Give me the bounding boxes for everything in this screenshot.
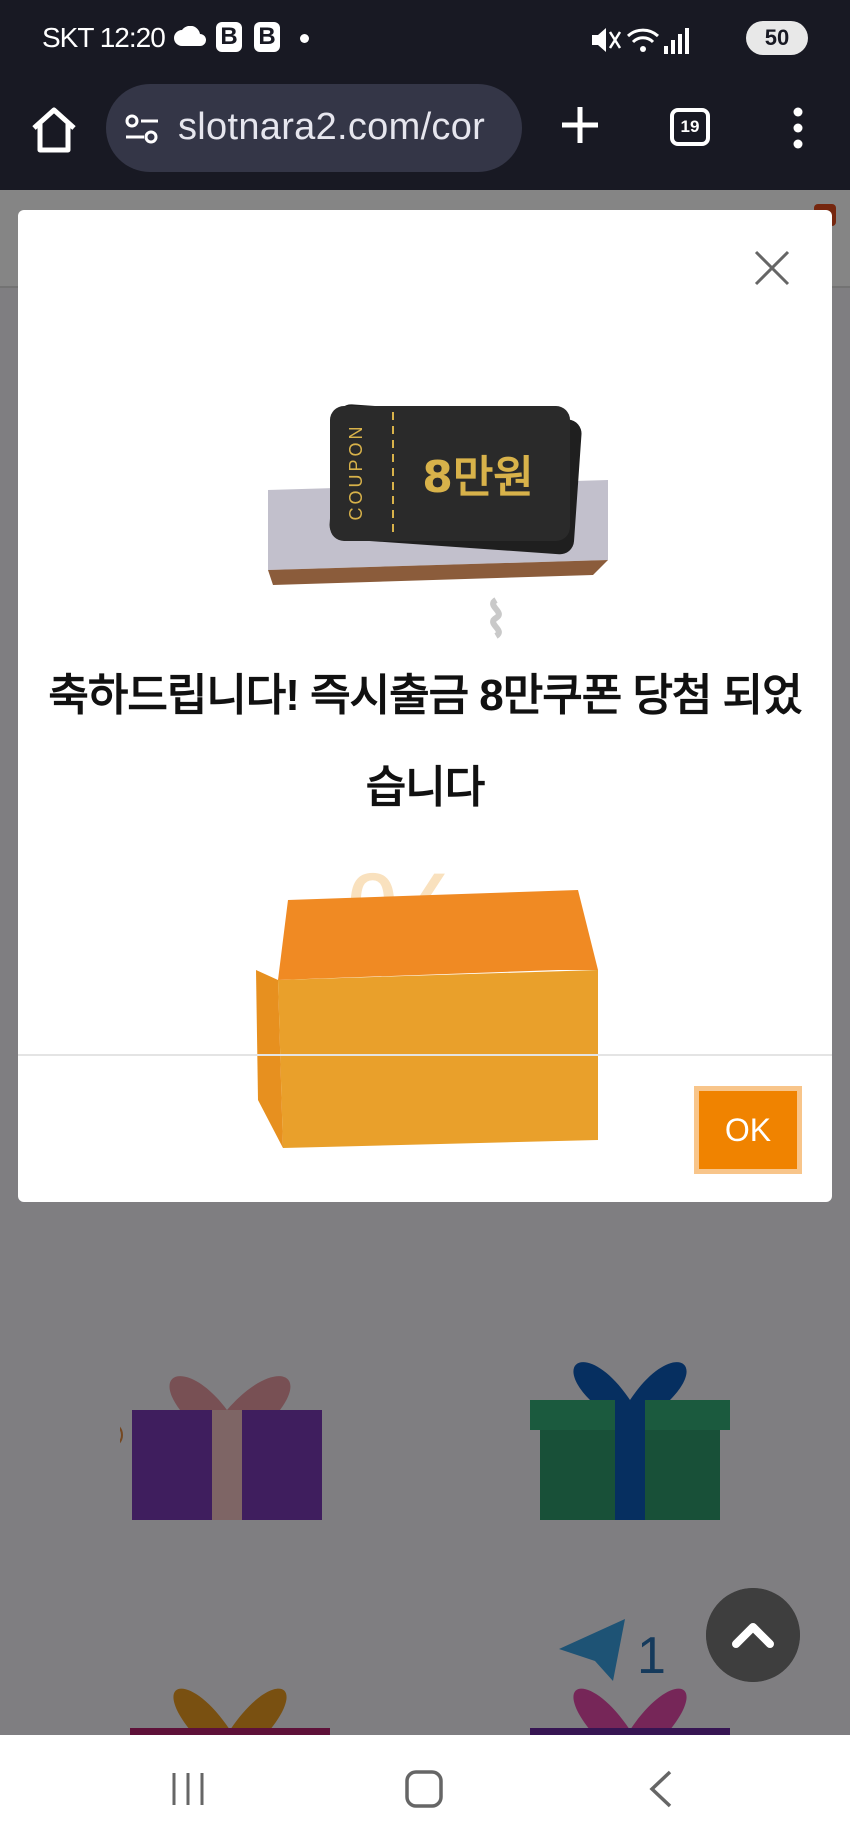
new-tab-plus-icon[interactable] bbox=[560, 105, 600, 145]
address-bar[interactable]: slotnara2.com/cor bbox=[106, 84, 522, 172]
blog-b-icon: B bbox=[254, 22, 280, 52]
signal-icon bbox=[664, 28, 689, 54]
carrier-time: SKT 12:20 bbox=[42, 22, 166, 53]
dot-icon bbox=[300, 34, 309, 43]
mute-icon bbox=[592, 28, 622, 52]
recents-icon[interactable] bbox=[168, 1769, 208, 1809]
close-icon[interactable] bbox=[752, 248, 792, 288]
dialog-divider bbox=[18, 1054, 832, 1056]
back-icon[interactable] bbox=[648, 1769, 674, 1809]
scroll-to-top-button[interactable] bbox=[706, 1588, 800, 1682]
tab-switcher-icon[interactable]: 19 bbox=[670, 108, 710, 146]
wifi-icon bbox=[626, 28, 660, 52]
dialog-message: 축하드립니다! 즉시출금 8만쿠폰 당첨 되었습니다 bbox=[48, 671, 802, 812]
coupon-stub-label: COUPON bbox=[346, 423, 366, 520]
coupon-dialog: COUPON 8만원 % 축하드립니다! 즉시출금 8만쿠폰 당첨 되었습니다 … bbox=[18, 210, 832, 1202]
ok-button[interactable]: OK bbox=[694, 1086, 802, 1174]
status-icons bbox=[592, 28, 689, 54]
coupon-ticket: COUPON 8만원 bbox=[329, 404, 582, 555]
site-settings-icon[interactable] bbox=[124, 112, 160, 146]
browser-toolbar: slotnara2.com/cor 19 bbox=[0, 78, 850, 190]
cloud-icon bbox=[174, 26, 206, 46]
more-menu-icon[interactable] bbox=[784, 106, 812, 150]
blog-b-icon: B bbox=[216, 22, 242, 52]
system-nav-bar bbox=[0, 1735, 850, 1842]
battery-icon: 50 bbox=[746, 21, 808, 55]
status-bar: SKT 12:20 B B 50 bbox=[0, 0, 850, 78]
coupon-amount: 8만원 bbox=[422, 452, 534, 503]
url-text[interactable]: slotnara2.com/cor bbox=[178, 106, 485, 149]
home-nav-icon[interactable] bbox=[404, 1769, 444, 1809]
home-icon[interactable] bbox=[28, 104, 80, 156]
